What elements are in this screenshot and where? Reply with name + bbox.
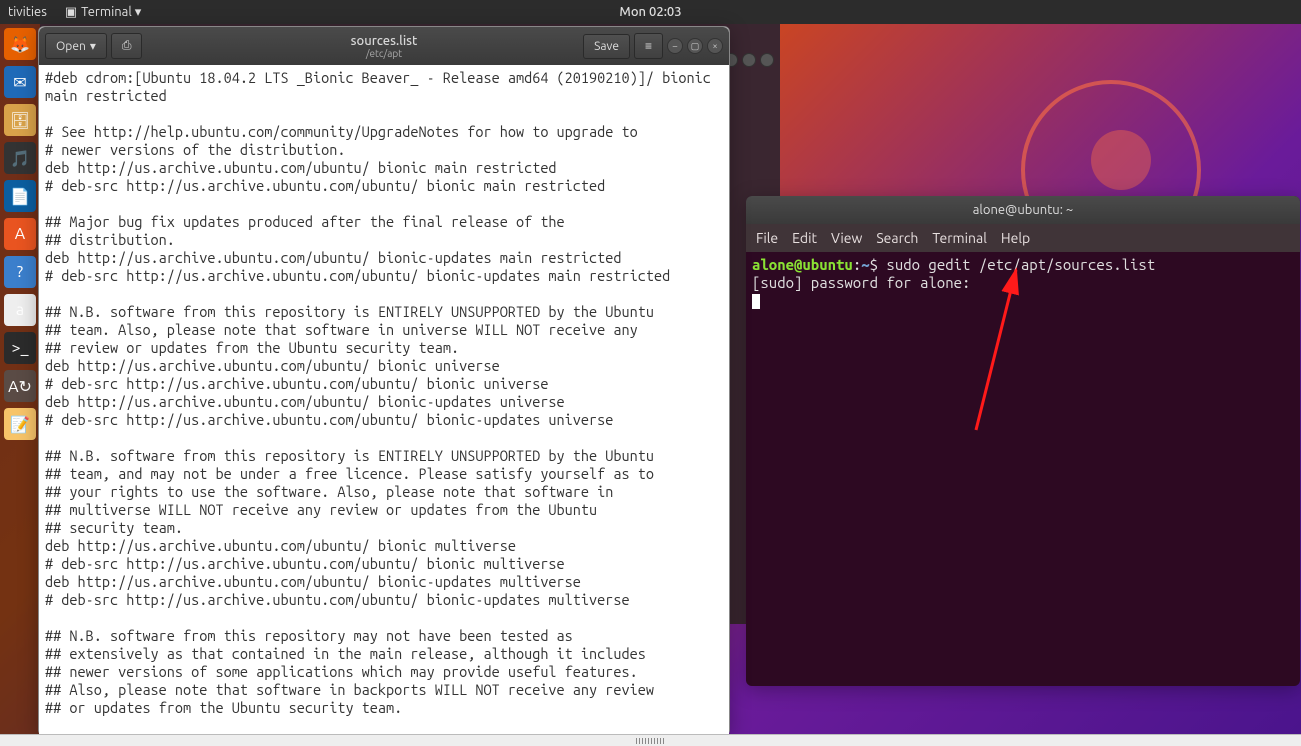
open-button[interactable]: Open ▾ [45,33,107,59]
open-label: Open [56,40,86,53]
terminal-line-3 [752,292,1294,310]
hamburger-icon: ≡ [645,39,652,53]
prompt-user: alone@ubuntu [752,256,853,273]
terminal-line-1: alone@ubuntu:~$ sudo gedit /etc/apt/sour… [752,256,1294,274]
notes-icon[interactable]: 📝 [4,408,36,440]
app-menu[interactable]: ▣ Terminal ▾ [55,5,151,20]
menu-help[interactable]: Help [1001,230,1030,246]
terminal-line-2: [sudo] password for alone: [752,274,1294,292]
files-icon[interactable]: 🗄 [4,104,36,136]
firefox-icon[interactable]: 🦊 [4,28,36,60]
gedit-subtitle: /etc/apt [351,48,418,59]
cursor-icon [752,294,760,309]
thunderbird-icon[interactable]: ✉ [4,66,36,98]
sudo-prompt: [sudo] password for alone: [752,274,970,291]
prompt-sep: : [853,256,861,273]
command-text: sudo gedit /etc/apt/sources.list [878,256,1155,273]
gedit-title-block: sources.list /etc/apt [351,34,418,59]
software-icon[interactable]: A [4,218,36,250]
clock[interactable]: Mon 02:03 [619,5,681,19]
maximize-icon[interactable] [742,53,756,67]
new-tab-button[interactable]: ⎙ [111,33,143,59]
terminal-icon[interactable]: >_ [4,332,36,364]
maximize-icon[interactable]: ▢ [687,38,703,54]
libreoffice-writer-icon[interactable]: 📄 [4,180,36,212]
wallpaper-decoration-inner [1091,130,1151,190]
menu-terminal[interactable]: Terminal [932,230,987,246]
menu-file[interactable]: File [756,230,778,246]
app-menu-label: Terminal ▾ [81,5,141,20]
hamburger-menu-button[interactable]: ≡ [634,33,663,59]
save-button[interactable]: Save [583,34,630,59]
terminal-body[interactable]: alone@ubuntu:~$ sudo gedit /etc/apt/sour… [746,252,1300,686]
gedit-title: sources.list [351,34,418,48]
prompt-symbol: $ [870,256,878,273]
close-icon[interactable] [760,53,774,67]
terminal-menubar: File Edit View Search Terminal Help [746,224,1300,252]
terminal-titlebar: alone@ubuntu: ~ [746,196,1300,224]
menu-view[interactable]: View [831,230,862,246]
bottom-resize-strip [0,734,1301,746]
help-icon[interactable]: ? [4,256,36,288]
menu-edit[interactable]: Edit [792,230,817,246]
launcher-dock: 🦊 ✉ 🗄 🎵 📄 A? a >_ A↻ 📝 [0,24,40,746]
chevron-down-icon: ▾ [90,39,96,53]
prompt-path: ~ [861,256,869,273]
menu-search[interactable]: Search [876,230,918,246]
gedit-window: Open ▾ ⎙ sources.list /etc/apt Save ≡ – … [38,26,730,736]
top-panel: tivities ▣ Terminal ▾ Mon 02:03 [0,0,1301,24]
gedit-headerbar: Open ▾ ⎙ sources.list /etc/apt Save ≡ – … [39,27,729,65]
activities-button[interactable]: tivities [0,5,55,19]
rhythmbox-icon[interactable]: 🎵 [4,142,36,174]
new-document-icon: ⎙ [122,39,132,53]
terminal-icon: ▣ [65,5,77,20]
close-icon[interactable]: × [707,38,723,54]
gedit-text-area[interactable]: #deb cdrom:[Ubuntu 18.04.2 LTS _Bionic B… [39,65,729,735]
minimize-icon[interactable]: – [667,38,683,54]
terminal-window: alone@ubuntu: ~ File Edit View Search Te… [746,196,1300,686]
resize-grip-icon[interactable] [636,738,666,744]
updater-icon[interactable]: A↻ [4,370,36,402]
terminal-title: alone@ubuntu: ~ [973,203,1073,217]
amazon-icon[interactable]: a [4,294,36,326]
